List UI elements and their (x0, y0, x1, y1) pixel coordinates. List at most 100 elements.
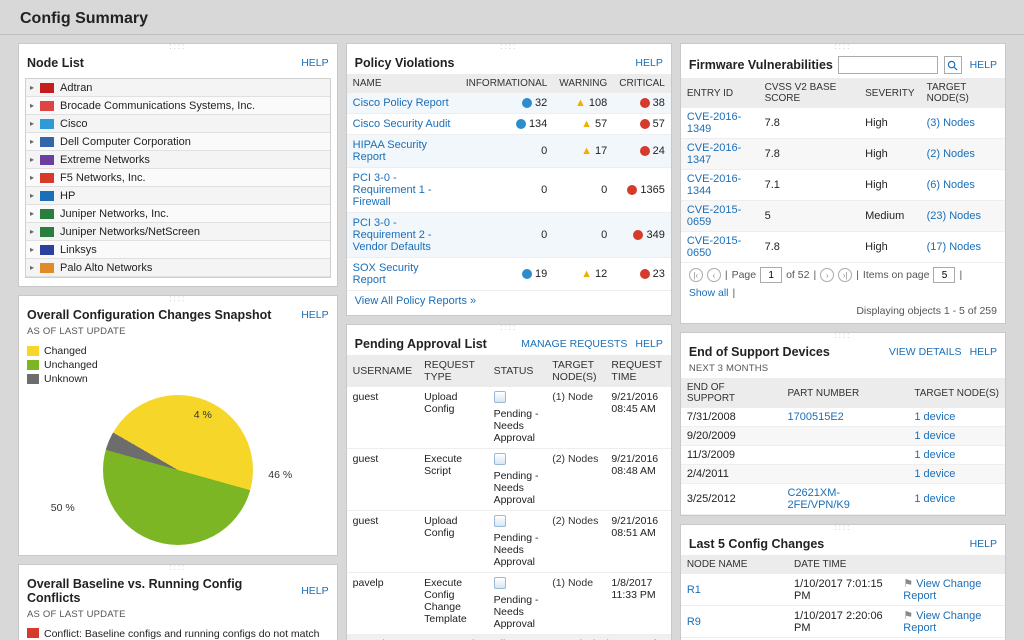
node-row[interactable]: ▸Juniper Networks, Inc. (26, 205, 330, 223)
manage-requests-link[interactable]: MANAGE REQUESTS (521, 338, 627, 350)
col-header[interactable]: CVSS V2 Base Score (759, 78, 860, 108)
page-input[interactable] (760, 267, 782, 283)
col-header[interactable]: Part Number (782, 378, 909, 408)
device-link[interactable]: 1 device (914, 468, 955, 480)
panel-grip[interactable]: :::: (19, 42, 337, 50)
view-change-report-link[interactable]: View Change Report (903, 610, 981, 634)
target-nodes-link[interactable]: (2) Nodes (927, 148, 975, 160)
help-link[interactable]: HELP (301, 585, 328, 597)
expand-icon[interactable]: ▸ (30, 137, 34, 146)
col-header[interactable]: Request Time (605, 355, 670, 387)
col-header[interactable]: Date Time (788, 555, 897, 574)
col-header[interactable]: Severity (859, 78, 920, 108)
cve-link[interactable]: CVE-2016-1349 (687, 111, 741, 135)
panel-grip[interactable]: :::: (681, 331, 1005, 339)
policy-report-link[interactable]: PCI 3-0 - Requirement 1 - Firewall (353, 172, 432, 208)
col-header[interactable] (897, 555, 1005, 574)
expand-icon[interactable]: ▸ (30, 227, 34, 236)
panel-grip[interactable]: :::: (19, 294, 337, 302)
node-link[interactable]: R9 (687, 616, 701, 628)
node-row[interactable]: ▸HP (26, 187, 330, 205)
node-row[interactable]: ▸F5 Networks, Inc. (26, 169, 330, 187)
device-link[interactable]: 1 device (914, 449, 955, 461)
part-link[interactable]: 1700515E2 (788, 411, 844, 423)
expand-icon[interactable]: ▸ (30, 191, 34, 200)
help-link[interactable]: HELP (301, 309, 328, 321)
col-name[interactable]: Name (347, 74, 460, 93)
target-nodes-link[interactable]: (3) Nodes (927, 117, 975, 129)
part-link[interactable]: C2621XM-2FE/VPN/K9 (788, 487, 850, 511)
device-link[interactable]: 1 device (914, 493, 955, 505)
expand-icon[interactable]: ▸ (30, 263, 34, 272)
show-all-link[interactable]: Show all (689, 287, 729, 299)
expand-icon[interactable]: ▸ (30, 119, 34, 128)
expand-icon[interactable]: ▸ (30, 209, 34, 218)
target-nodes-link[interactable]: (23) Nodes (927, 210, 981, 222)
col-header[interactable]: Username (347, 355, 419, 387)
node-row[interactable]: ▸Cisco (26, 115, 330, 133)
last-page-icon[interactable]: ›| (838, 268, 852, 282)
col-crit[interactable]: Critical (613, 74, 671, 93)
cve-link[interactable]: CVE-2015-0650 (687, 235, 741, 259)
cell-nodes[interactable]: (1) Node (546, 387, 605, 449)
node-row[interactable]: ▸Linksys (26, 241, 330, 259)
policy-report-link[interactable]: Cisco Security Audit (353, 118, 451, 130)
node-row[interactable]: ▸Brocade Communications Systems, Inc. (26, 97, 330, 115)
help-link[interactable]: HELP (635, 57, 662, 69)
node-link[interactable]: R1 (687, 584, 701, 596)
node-row[interactable]: ▸Extreme Networks (26, 151, 330, 169)
col-header[interactable]: Target Node(s) (546, 355, 605, 387)
prev-page-icon[interactable]: ‹ (707, 268, 721, 282)
panel-grip[interactable]: :::: (347, 323, 671, 331)
policy-report-link[interactable]: PCI 3-0 - Requirement 2 - Vendor Default… (353, 217, 432, 253)
items-per-page-input[interactable] (933, 267, 955, 283)
first-page-icon[interactable]: |‹ (689, 268, 703, 282)
view-change-report-link[interactable]: View Change Report (903, 578, 981, 602)
panel-grip[interactable]: :::: (347, 42, 671, 50)
col-header[interactable]: Target Node(s) (921, 78, 1005, 108)
firmware-search-input[interactable] (838, 56, 938, 74)
col-header[interactable]: Entry ID (681, 78, 759, 108)
col-warn[interactable]: Warning (553, 74, 613, 93)
cve-link[interactable]: CVE-2016-1347 (687, 142, 741, 166)
search-icon[interactable] (944, 56, 962, 74)
col-header[interactable]: End of Support (681, 378, 782, 408)
help-link[interactable]: HELP (970, 59, 997, 71)
node-row[interactable]: ▸Adtran (26, 79, 330, 97)
col-info[interactable]: Informational (460, 74, 553, 93)
target-nodes-link[interactable]: (17) Nodes (927, 241, 981, 253)
help-link[interactable]: HELP (970, 346, 997, 358)
col-header[interactable]: Target Node(s) (908, 378, 1005, 408)
expand-icon[interactable]: ▸ (30, 173, 34, 182)
cell-nodes[interactable]: (1) Node (546, 573, 605, 635)
view-details-link[interactable]: VIEW DETAILS (889, 346, 962, 358)
col-header[interactable]: Node Name (681, 555, 788, 574)
target-nodes-link[interactable]: (6) Nodes (927, 179, 975, 191)
cell-nodes[interactable]: (2) Nodes (546, 449, 605, 511)
device-link[interactable]: 1 device (914, 430, 955, 442)
cell-nodes[interactable]: (2) Nodes (546, 511, 605, 573)
expand-icon[interactable]: ▸ (30, 155, 34, 164)
help-link[interactable]: HELP (970, 538, 997, 550)
node-row[interactable]: ▸Dell Computer Corporation (26, 133, 330, 151)
help-link[interactable]: HELP (635, 338, 662, 350)
cve-link[interactable]: CVE-2015-0659 (687, 204, 741, 228)
expand-icon[interactable]: ▸ (30, 83, 34, 92)
col-header[interactable]: Status (488, 355, 547, 387)
next-page-icon[interactable]: › (820, 268, 834, 282)
expand-icon[interactable]: ▸ (30, 101, 34, 110)
node-row[interactable]: ▸Palo Alto Networks (26, 259, 330, 277)
panel-grip[interactable]: :::: (681, 42, 1005, 50)
help-link[interactable]: HELP (301, 57, 328, 69)
panel-grip[interactable]: :::: (681, 523, 1005, 531)
expand-icon[interactable]: ▸ (30, 245, 34, 254)
policy-report-link[interactable]: Cisco Policy Report (353, 97, 449, 109)
panel-grip[interactable]: :::: (19, 563, 337, 571)
col-header[interactable]: Request Type (418, 355, 487, 387)
node-row[interactable]: ▸Juniper Networks/NetScreen (26, 223, 330, 241)
policy-report-link[interactable]: SOX Security Report (353, 262, 419, 286)
cve-link[interactable]: CVE-2016-1344 (687, 173, 741, 197)
device-link[interactable]: 1 device (914, 411, 955, 423)
view-all-reports-link[interactable]: View All Policy Reports » (355, 295, 476, 307)
policy-report-link[interactable]: HIPAA Security Report (353, 139, 427, 163)
